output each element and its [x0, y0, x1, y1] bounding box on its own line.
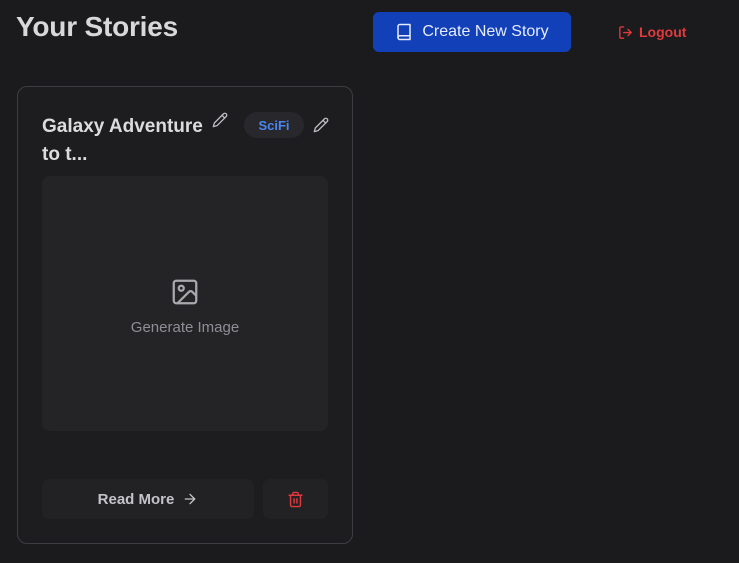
page-title: Your Stories: [16, 11, 179, 42]
edit-genre-button[interactable]: [312, 116, 330, 134]
image-icon: [170, 277, 200, 307]
delete-story-button[interactable]: [263, 479, 328, 519]
logout-button[interactable]: Logout: [618, 22, 686, 42]
story-card: Galaxy Adventure to t... SciFi Generate: [17, 86, 353, 544]
pencil-icon: [212, 112, 228, 128]
logout-icon: [618, 25, 633, 40]
read-more-label: Read More: [97, 490, 175, 508]
generate-image-label: Generate Image: [130, 319, 240, 336]
genre-badge: SciFi: [244, 112, 304, 138]
story-title: Galaxy Adventure to t...: [42, 116, 203, 165]
pencil-icon: [313, 117, 329, 133]
book-icon: [395, 23, 413, 41]
edit-title-button[interactable]: [211, 111, 229, 129]
generate-image-button[interactable]: Generate Image: [42, 176, 328, 431]
create-new-story-button[interactable]: Create New Story: [373, 12, 571, 52]
read-more-button[interactable]: Read More: [42, 479, 254, 519]
logout-label: Logout: [639, 24, 687, 40]
trash-icon: [287, 491, 304, 508]
create-new-story-label: Create New Story: [422, 23, 549, 40]
arrow-right-icon: [182, 491, 198, 507]
